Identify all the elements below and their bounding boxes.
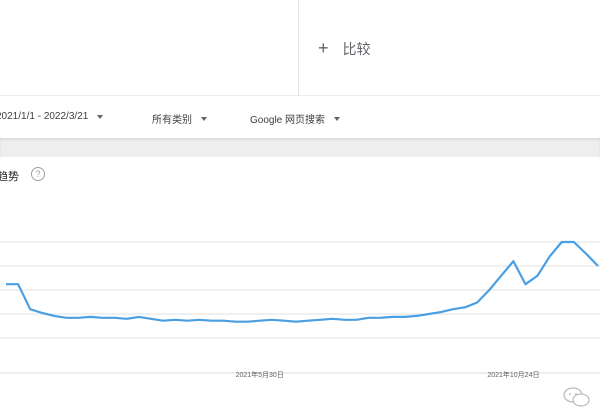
compare-label: 比较 [342, 40, 371, 57]
interest-over-time-chart: 2021年5月30日 2021年10月24日 [0, 240, 600, 379]
chevron-down-icon [334, 116, 341, 121]
search-term-panel[interactable] [0, 0, 299, 95]
search-type-dropdown[interactable]: Google 网页搜索 [250, 111, 341, 126]
series-line[interactable] [6, 240, 599, 323]
top-row: + 比较 [0, 0, 600, 95]
x-tick-label: 2021年5月30日 [236, 370, 284, 379]
section-title: 趋势 [0, 171, 19, 183]
category-dropdown[interactable]: 所有类别 [152, 111, 207, 126]
add-compare-button[interactable]: + 比较 [318, 38, 371, 59]
search-type-label: Google 网页搜索 [250, 115, 326, 126]
category-label: 所有类别 [152, 115, 192, 126]
x-tick-label: 2021年10月24日 [487, 370, 539, 379]
filter-bar: 2021/1/1 - 2022/3/21 所有类别 Google 网页搜索 [0, 95, 600, 138]
plus-icon: + [318, 38, 329, 58]
date-range-dropdown[interactable]: 2021/1/1 - 2022/3/21 [0, 111, 104, 122]
section-divider [0, 138, 600, 157]
wechat-watermark-icon [563, 387, 590, 407]
chevron-down-icon [201, 116, 207, 121]
chevron-down-icon [97, 114, 104, 119]
help-icon[interactable]: ? [31, 167, 45, 181]
date-range-label: 2021/1/1 - 2022/3/21 [0, 111, 89, 122]
